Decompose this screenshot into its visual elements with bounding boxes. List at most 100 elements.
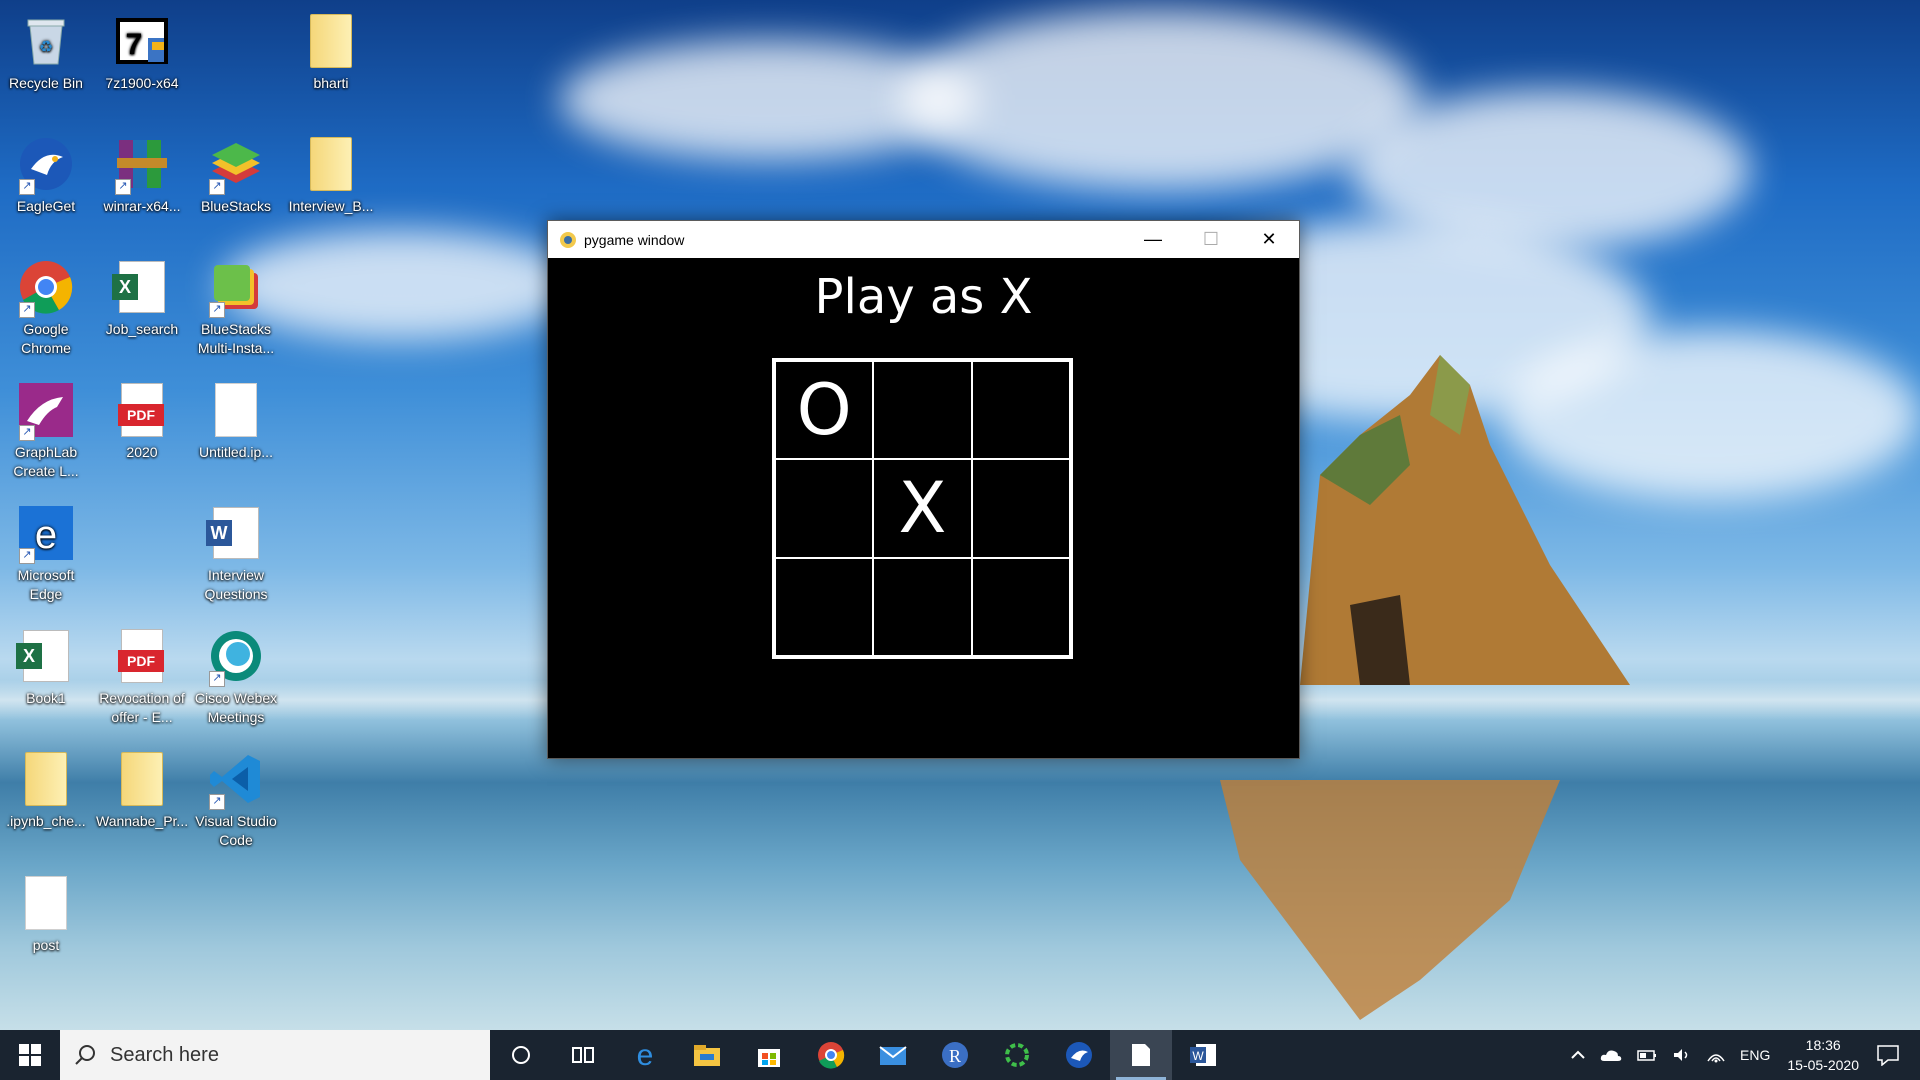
task-view-icon xyxy=(572,1047,594,1063)
desktop-icon-graphlab[interactable]: ↗ GraphLab Create L... xyxy=(0,375,92,481)
desktop-icon-bluestacks-multi[interactable]: ↗ BlueStacks Multi-Insta... xyxy=(190,252,282,358)
clock-date: 15-05-2020 xyxy=(1787,1057,1859,1073)
window-title: pygame window xyxy=(584,231,685,248)
desktop-icon-book1[interactable]: X Book1 xyxy=(0,621,92,708)
language-indicator[interactable]: ENG xyxy=(1740,1047,1770,1063)
taskbar-store[interactable] xyxy=(738,1030,800,1080)
board-cell-5[interactable]: X xyxy=(873,459,972,558)
folder-icon xyxy=(302,12,360,70)
action-center-icon[interactable] xyxy=(1876,1044,1900,1066)
bluestacks-multi-icon: ↗ xyxy=(207,258,265,318)
task-view-button[interactable] xyxy=(552,1030,614,1080)
desktop-icon-wannabe-folder[interactable]: Wannabe_Pr... xyxy=(96,744,188,831)
search-icon xyxy=(75,1045,95,1065)
close-button[interactable]: ✕ xyxy=(1240,221,1298,258)
desktop-icon-edge[interactable]: e ↗ Microsoft Edge xyxy=(0,498,92,604)
taskbar-mail[interactable] xyxy=(862,1030,924,1080)
window-titlebar[interactable]: pygame window — ☐ ✕ xyxy=(548,221,1299,258)
maximize-icon: ☐ xyxy=(1202,229,1220,249)
svg-text:e: e xyxy=(637,1041,654,1069)
board-cell-6[interactable] xyxy=(971,459,1070,558)
start-button[interactable] xyxy=(0,1030,60,1080)
pygame-window[interactable]: pygame window — ☐ ✕ Play as X O X xyxy=(547,220,1300,759)
taskbar-search-box[interactable]: Search here xyxy=(60,1030,490,1080)
desktop-icon-post[interactable]: post xyxy=(0,868,92,955)
minimize-button[interactable]: — xyxy=(1124,221,1182,258)
cortana-button[interactable] xyxy=(490,1030,552,1080)
folder-icon xyxy=(17,750,75,808)
maximize-button[interactable]: ☐ xyxy=(1182,221,1240,258)
taskbar-r-app[interactable]: R xyxy=(924,1030,986,1080)
game-status-heading: Play as X xyxy=(814,269,1033,325)
eagleget-icon xyxy=(1066,1042,1092,1068)
tic-tac-toe-board[interactable]: O X xyxy=(772,358,1073,659)
desktop-icon-webex[interactable]: ↗ Cisco Webex Meetings xyxy=(190,621,282,727)
desktop-icon-chrome[interactable]: ↗ Google Chrome xyxy=(0,252,92,358)
taskbar-green-app[interactable] xyxy=(986,1030,1048,1080)
desktop-icon-eagleget[interactable]: ↗ EagleGet xyxy=(0,129,92,216)
desktop-icon-recycle-bin[interactable]: ♻ Recycle Bin xyxy=(0,6,92,93)
svg-text:7: 7 xyxy=(126,28,143,61)
battery-icon[interactable] xyxy=(1636,1047,1658,1063)
windows-logo-icon xyxy=(19,1044,41,1066)
eagleget-icon: ↗ xyxy=(17,135,75,195)
board-cell-4[interactable] xyxy=(775,459,874,558)
onedrive-cloud-icon[interactable] xyxy=(1600,1047,1622,1063)
board-cell-8[interactable] xyxy=(873,557,972,656)
webex-icon: ↗ xyxy=(207,627,265,687)
desktop-icon-bluestacks[interactable]: ↗ BlueStacks xyxy=(190,129,282,216)
mail-icon xyxy=(879,1046,907,1065)
chevron-up-icon[interactable] xyxy=(1570,1047,1586,1063)
volume-icon[interactable] xyxy=(1672,1047,1692,1063)
rock-reflection xyxy=(1220,780,1560,1020)
word-icon: W xyxy=(1190,1044,1216,1066)
desktop-icon-interview-folder[interactable]: Interview_B... xyxy=(285,129,377,216)
folder-icon xyxy=(113,750,171,808)
wifi-icon[interactable] xyxy=(1706,1047,1726,1063)
desktop-icon-revocation-pdf[interactable]: PDF Revocation of offer - E... xyxy=(96,621,188,727)
green-ring-icon xyxy=(1005,1043,1029,1067)
desktop-icon-vscode[interactable]: ↗ Visual Studio Code xyxy=(190,744,282,850)
pdf-file-icon: PDF xyxy=(113,627,171,685)
bluestacks-icon: ↗ xyxy=(207,135,265,195)
board-cell-3[interactable] xyxy=(971,361,1070,460)
board-cell-7[interactable] xyxy=(775,557,874,656)
edge-icon: e xyxy=(637,1041,654,1069)
chrome-icon xyxy=(818,1042,845,1069)
rock-formation xyxy=(1300,355,1630,685)
desktop-icon-interview-questions[interactable]: W Interview Questions xyxy=(190,498,282,604)
taskbar-pygame-window[interactable] xyxy=(1110,1030,1172,1080)
excel-file-icon: X xyxy=(16,627,75,685)
desktop-icon-ipynb-folder[interactable]: .ipynb_che... xyxy=(0,744,92,831)
pygame-snake-icon xyxy=(560,231,576,248)
desktop-icon-bharti[interactable]: bharti xyxy=(285,6,377,93)
folder-icon xyxy=(302,135,360,193)
taskbar: Search here e R W ENG 18:36 15-05-2020 xyxy=(0,1030,1920,1080)
taskbar-word[interactable]: W xyxy=(1172,1030,1234,1080)
game-canvas[interactable]: Play as X O X xyxy=(548,259,1299,758)
desktop-icon-7zip[interactable]: 7 7z1900-x64 xyxy=(96,6,188,93)
desktop-icon-winrar[interactable]: ↗ winrar-x64... xyxy=(96,129,188,216)
cortana-icon xyxy=(512,1046,530,1064)
svg-text:e: e xyxy=(35,513,57,557)
desktop-icon-2020-pdf[interactable]: PDF 2020 xyxy=(96,375,188,462)
board-cell-1[interactable]: O xyxy=(775,361,874,460)
taskbar-edge[interactable]: e xyxy=(614,1030,676,1080)
desktop-icon-job-search[interactable]: X Job_search xyxy=(96,252,188,339)
taskbar-chrome[interactable] xyxy=(800,1030,862,1080)
blank-file-icon xyxy=(207,381,265,439)
board-cell-2[interactable] xyxy=(873,361,972,460)
taskbar-clock[interactable]: 18:36 15-05-2020 xyxy=(1787,1035,1859,1075)
board-cell-9[interactable] xyxy=(971,557,1070,656)
clock-time: 18:36 xyxy=(1805,1037,1841,1053)
svg-text:W: W xyxy=(1192,1049,1204,1063)
search-placeholder: Search here xyxy=(110,1043,219,1066)
taskbar-file-explorer[interactable] xyxy=(676,1030,738,1080)
taskbar-eagleget[interactable] xyxy=(1048,1030,1110,1080)
chrome-icon: ↗ xyxy=(17,258,75,318)
pdf-file-icon: PDF xyxy=(113,381,171,439)
desktop-icon-untitled[interactable]: Untitled.ip... xyxy=(190,375,282,462)
svg-text:R: R xyxy=(949,1046,961,1066)
blank-file-icon xyxy=(17,874,75,932)
store-icon xyxy=(758,1049,780,1067)
